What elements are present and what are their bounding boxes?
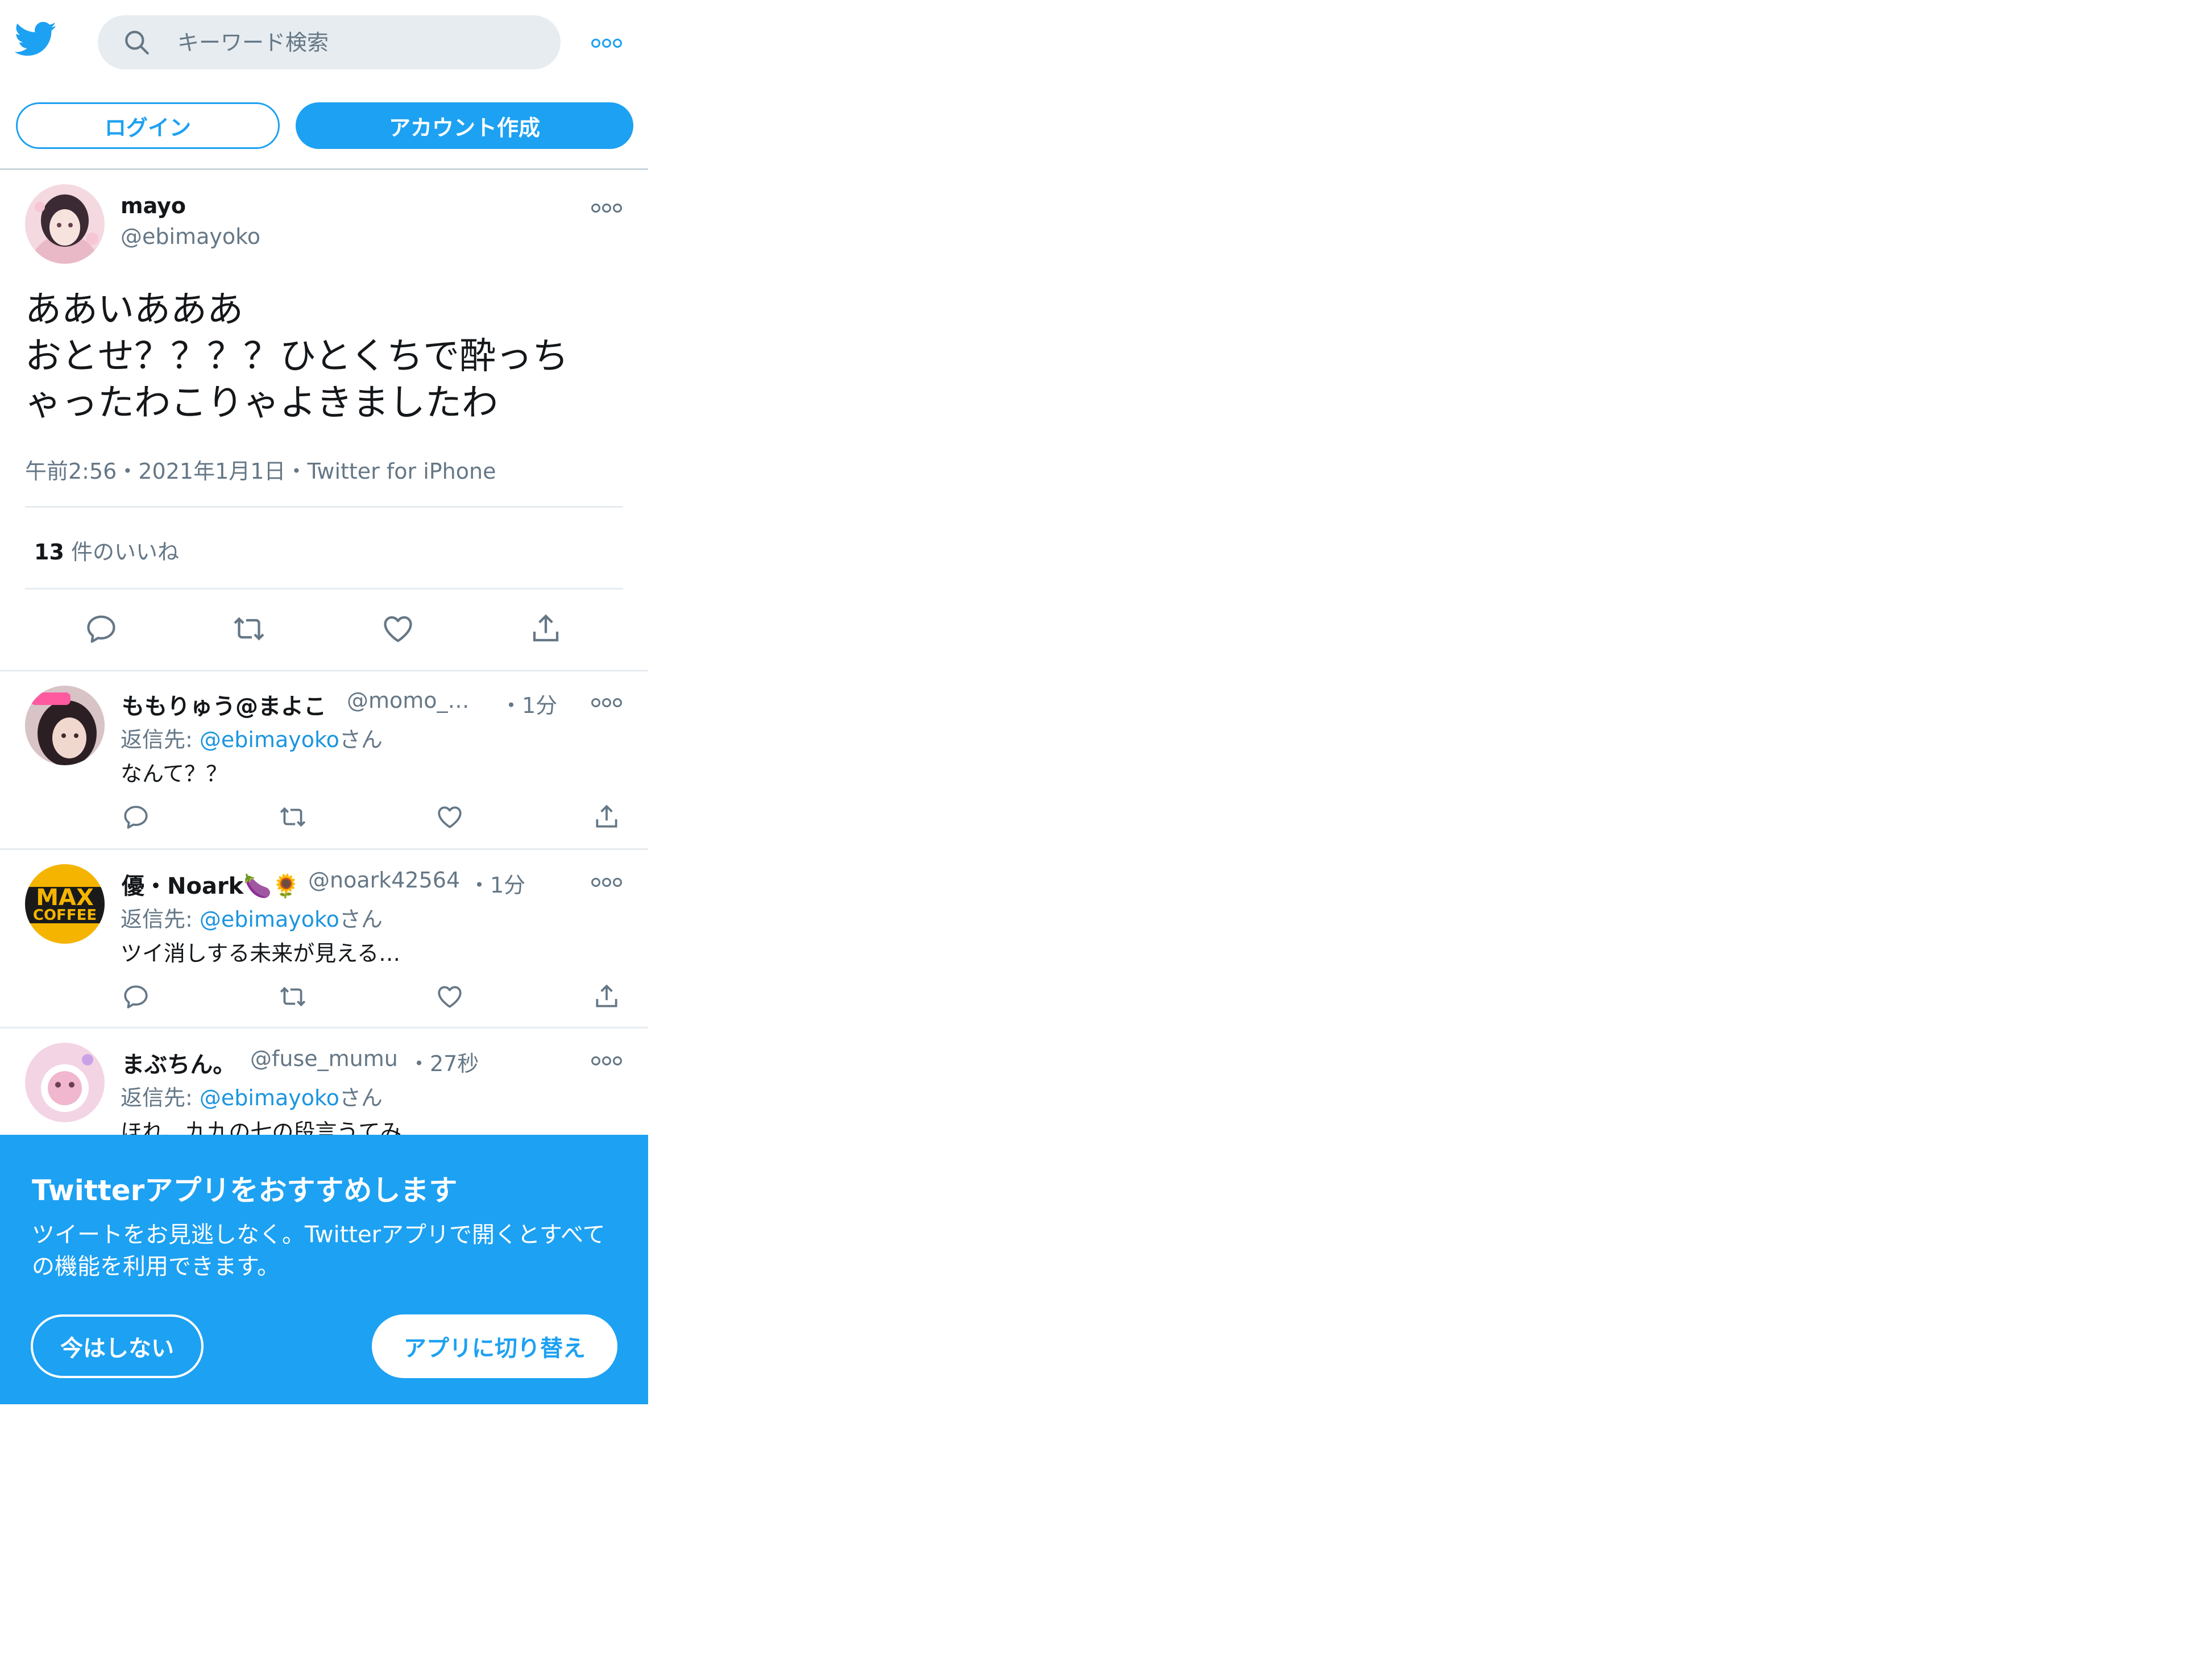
tweet-author-handle[interactable]: @ebimayoko bbox=[121, 224, 260, 249]
reply-author-handle[interactable]: @momo_… bbox=[347, 688, 470, 713]
twitter-bird-icon[interactable] bbox=[15, 22, 57, 57]
tweet-source[interactable]: Twitter for iPhone bbox=[307, 459, 496, 484]
avatar[interactable] bbox=[25, 1043, 105, 1122]
tweet-author-name[interactable]: mayo bbox=[121, 193, 186, 218]
tweet-text-line: ゃったわこりゃよきましたわ bbox=[25, 382, 498, 424]
likes-count[interactable]: 13 件のいいね bbox=[34, 534, 179, 566]
not-now-button[interactable]: 今はしない bbox=[31, 1314, 204, 1378]
svg-text:COFFEE: COFFEE bbox=[33, 907, 97, 924]
reply-to-line: 返信先: @ebimayokoさん bbox=[121, 722, 383, 753]
reply-to-link[interactable]: @ebimayoko bbox=[200, 907, 339, 932]
reply-to-prefix: 返信先: bbox=[121, 907, 200, 932]
meta-separator: ・ bbox=[285, 459, 308, 484]
tweet-text: ああいあああ おとせ？？？？ひとくちで酔っち ゃったわこりゃよきましたわ bbox=[25, 287, 616, 426]
switch-to-app-button[interactable]: アプリに切り替え bbox=[372, 1314, 617, 1378]
like-icon[interactable] bbox=[435, 982, 464, 1011]
avatar[interactable] bbox=[25, 184, 105, 264]
reply-time[interactable]: ・27秒 bbox=[408, 1046, 479, 1077]
tweet-date[interactable]: 2021年1月1日 bbox=[138, 459, 285, 484]
meta-divider bbox=[25, 506, 623, 508]
retweet-icon[interactable] bbox=[279, 982, 307, 1011]
reply-more-icon[interactable] bbox=[591, 1053, 625, 1067]
reply-time[interactable]: ・1分 bbox=[468, 868, 525, 899]
reply-more-icon[interactable] bbox=[591, 874, 625, 888]
more-icon[interactable] bbox=[591, 35, 625, 49]
tweet-text-line: ああいあああ bbox=[25, 289, 243, 331]
reply-to-link[interactable]: @ebimayoko bbox=[200, 727, 339, 752]
tweet-meta: 午前2:56・2021年1月1日・Twitter for iPhone bbox=[25, 454, 496, 485]
share-icon[interactable] bbox=[529, 612, 563, 646]
mobile-page: ログイン アカウント作成 mayo @ebimayoko ああいあああ おとせ？… bbox=[0, 0, 648, 1404]
reply-author-name[interactable]: ももりゅう@まよこ bbox=[122, 688, 326, 721]
retweet-icon[interactable] bbox=[232, 612, 266, 646]
reply-to-prefix: 返信先: bbox=[121, 727, 200, 752]
stats-divider bbox=[25, 588, 623, 590]
signup-button[interactable]: アカウント作成 bbox=[296, 102, 633, 149]
share-icon[interactable] bbox=[592, 803, 621, 831]
like-icon[interactable] bbox=[381, 612, 415, 646]
reply-to-line: 返信先: @ebimayokoさん bbox=[121, 1080, 383, 1111]
tweet-more-icon[interactable] bbox=[591, 200, 625, 214]
reply-author-name[interactable]: まぶちん。 bbox=[122, 1046, 235, 1079]
share-icon[interactable] bbox=[592, 982, 621, 1011]
reply-to-suffix: さん bbox=[339, 727, 383, 752]
reply-divider bbox=[0, 848, 648, 850]
search-input[interactable] bbox=[177, 28, 541, 57]
reply-to-link[interactable]: @ebimayoko bbox=[200, 1085, 339, 1110]
reply-text: ツイ消しする未来が見える… bbox=[121, 941, 401, 966]
login-button[interactable]: ログイン bbox=[16, 102, 280, 149]
retweet-icon[interactable] bbox=[279, 803, 307, 831]
reply-author-handle[interactable]: @fuse_mumu bbox=[250, 1046, 398, 1071]
meta-separator: ・ bbox=[117, 459, 139, 484]
reply-icon[interactable] bbox=[84, 612, 118, 646]
tweet-text-line: おとせ？？？？ひとくちで酔っち bbox=[25, 335, 569, 378]
search-icon bbox=[125, 31, 149, 55]
search-bar[interactable] bbox=[98, 15, 561, 69]
banner-title: Twitterアプリをおすすめします bbox=[32, 1174, 458, 1207]
like-count-number: 13 bbox=[34, 540, 64, 565]
reply-to-line: 返信先: @ebimayokoさん bbox=[121, 902, 383, 933]
tweet-divider bbox=[0, 670, 648, 671]
reply-text: なんて？？ bbox=[121, 761, 228, 786]
reply-to-prefix: 返信先: bbox=[121, 1085, 200, 1110]
reply-icon[interactable] bbox=[122, 982, 150, 1011]
reply-author-name[interactable]: 優・Noark🍆🌻 bbox=[122, 868, 300, 901]
reply-time[interactable]: ・1分 bbox=[500, 688, 557, 719]
reply-to-suffix: さん bbox=[339, 907, 383, 932]
banner-description: ツイートをお見逃しなく。Twitterアプリで開くとすべての機能を利用できます。 bbox=[32, 1222, 605, 1280]
reply-divider bbox=[0, 1027, 648, 1028]
avatar[interactable]: MAX COFFEE bbox=[25, 864, 105, 944]
app-promo-banner: Twitterアプリをおすすめします ツイートをお見逃しなく。Twitterアプ… bbox=[0, 1135, 648, 1404]
like-count-label: 件のいいね bbox=[70, 540, 179, 565]
tweet-time[interactable]: 午前2:56 bbox=[25, 459, 117, 484]
reply-author-handle[interactable]: @noark42564 bbox=[308, 868, 460, 893]
reply-to-suffix: さん bbox=[339, 1085, 383, 1110]
reply-more-icon[interactable] bbox=[591, 695, 625, 708]
avatar[interactable] bbox=[25, 686, 105, 765]
header-divider bbox=[0, 168, 648, 170]
reply-icon[interactable] bbox=[122, 803, 150, 831]
like-icon[interactable] bbox=[435, 803, 464, 831]
